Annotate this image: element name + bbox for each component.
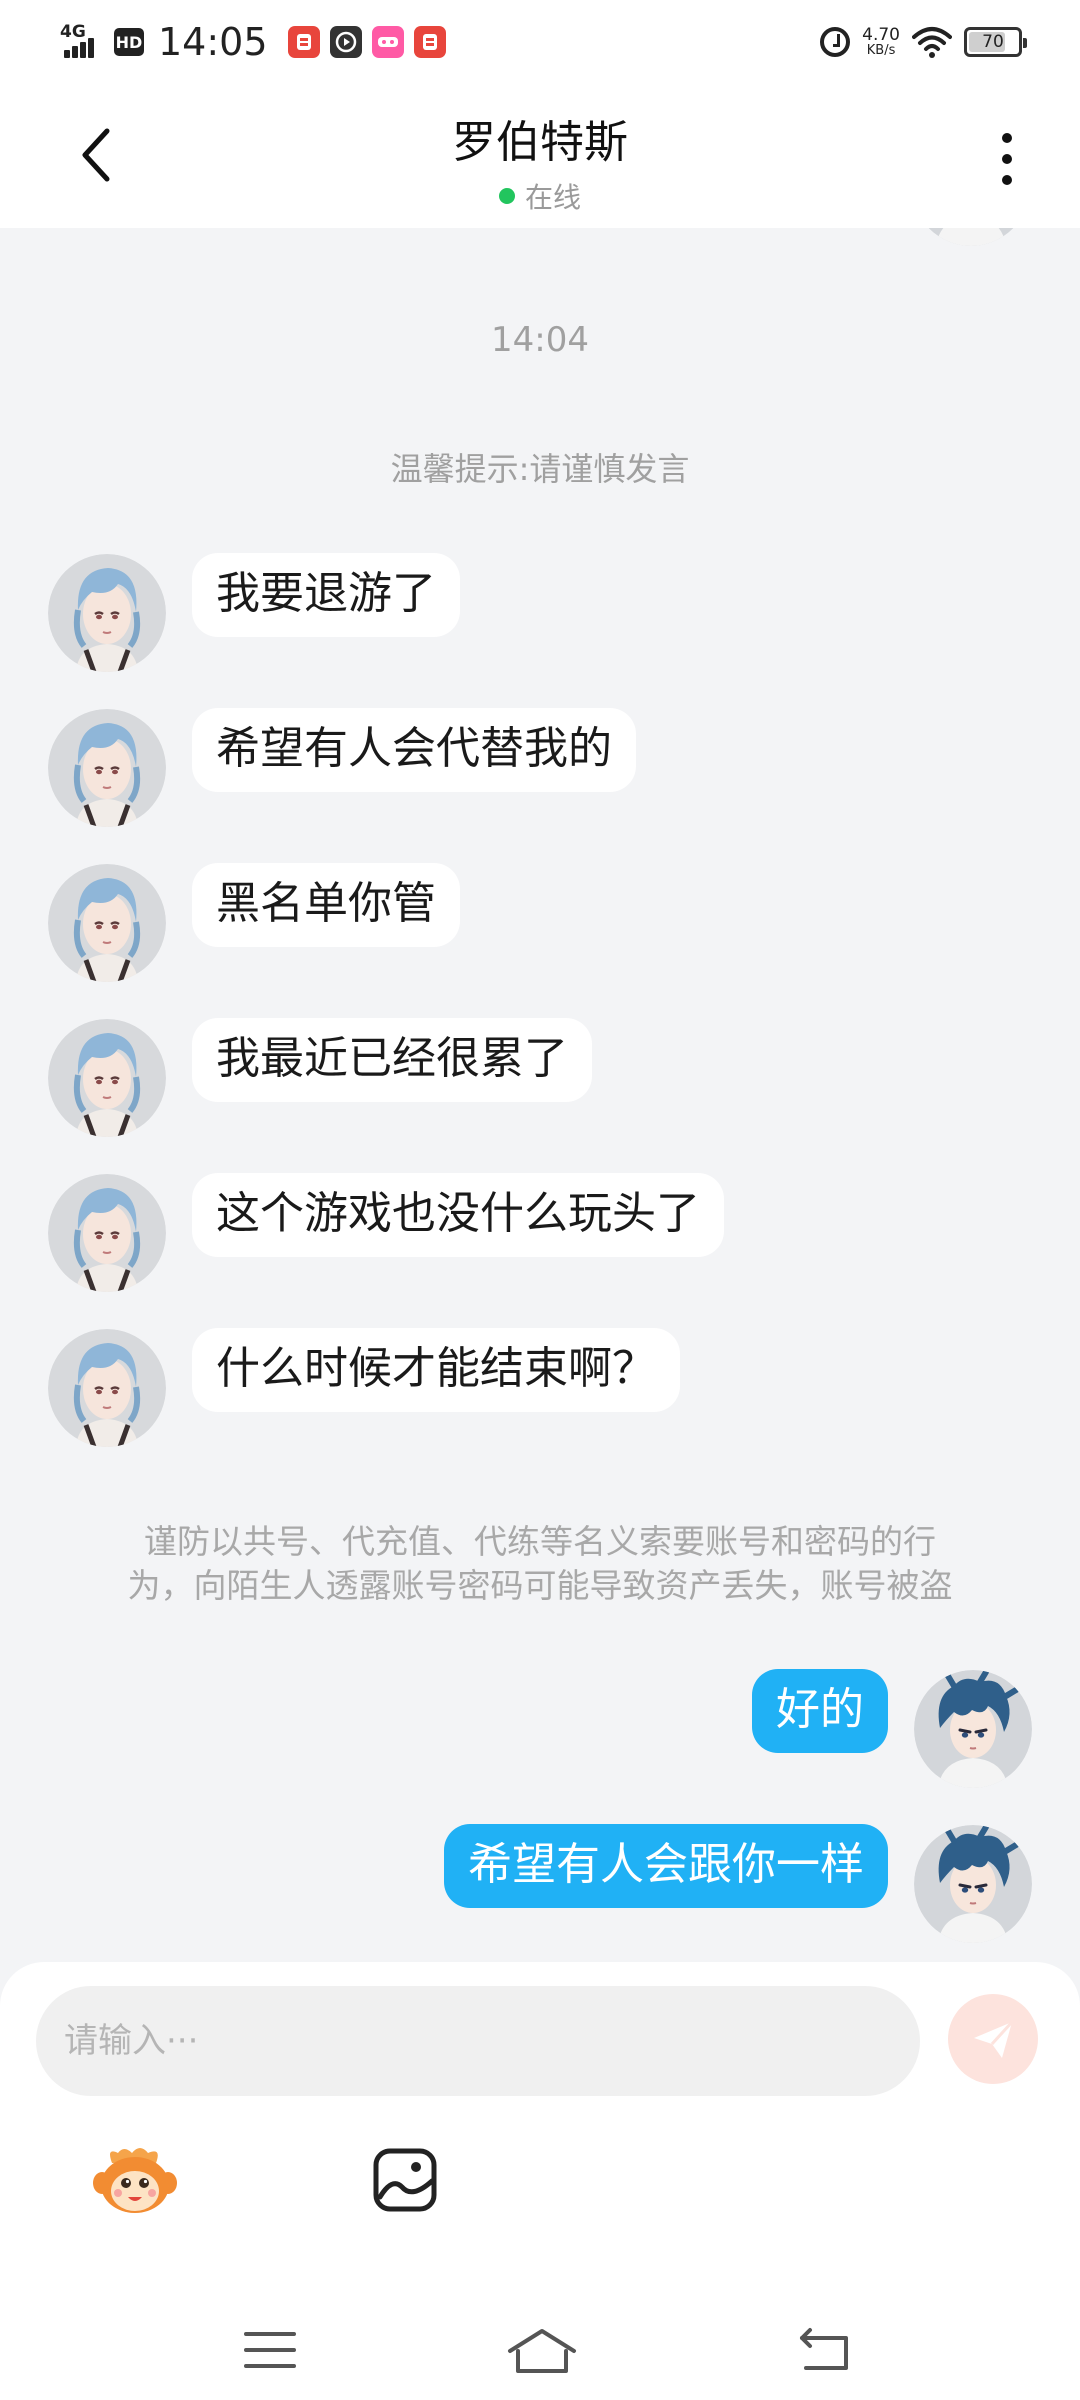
alarm-icon xyxy=(820,27,851,57)
home-icon xyxy=(508,2329,576,2373)
security-warning: 谨防以共号、代充值、代练等名义索要账号和密码的行 为，向陌生人透露账号密码可能导… xyxy=(80,1520,1000,1608)
online-dot-icon xyxy=(498,188,515,204)
presence-status: 在线 xyxy=(0,176,1080,216)
status-bar: 4G HD 14:05 4.70 KB/s 70 xyxy=(0,0,1080,84)
message-input[interactable] xyxy=(36,1986,920,2096)
app-icon-3 xyxy=(371,26,404,58)
more-dots-icon xyxy=(1002,133,1012,143)
back-icon xyxy=(800,2328,848,2370)
wifi-icon xyxy=(912,27,952,58)
contact-avatar[interactable] xyxy=(48,1174,166,1292)
my-avatar[interactable] xyxy=(914,1825,1032,1943)
outgoing-message: 希望有人会跟你一样 xyxy=(444,1824,1032,1943)
incoming-message: 我要退游了 xyxy=(48,553,460,672)
hd-icon: HD xyxy=(114,28,144,56)
speed-value: 4.70 xyxy=(862,25,900,45)
battery-icon: 70 xyxy=(964,27,1027,57)
chat-header: 罗伯特斯 在线 xyxy=(0,84,1080,228)
my-avatar[interactable] xyxy=(914,1670,1032,1788)
incoming-message: 什么时候才能结束啊？ xyxy=(48,1328,680,1447)
contact-avatar[interactable] xyxy=(48,1329,166,1447)
system-tip: 温馨提示:请谨慎发言 xyxy=(390,450,690,488)
incoming-message: 这个游戏也没什么玩头了 xyxy=(48,1173,724,1292)
system-navigation-bar xyxy=(0,2322,1080,2382)
warning-line: 谨防以共号、代充值、代练等名义索要账号和密码的行 xyxy=(144,1522,936,1561)
app-icon-1 xyxy=(287,26,320,58)
paper-plane-icon xyxy=(974,2020,1014,2058)
app-icon-2 xyxy=(329,26,362,58)
more-options-button[interactable] xyxy=(982,124,1032,194)
message-list[interactable]: 14:04 温馨提示:请谨慎发言 我要退游了 希望有人会代替我的 黑名单你管 我… xyxy=(0,228,1080,1964)
message-bubble[interactable]: 什么时候才能结束啊？ xyxy=(192,1328,680,1412)
emoji-sticker-button[interactable] xyxy=(90,2138,180,2222)
incoming-message: 黑名单你管 xyxy=(48,863,460,982)
image-icon xyxy=(373,2148,437,2212)
menu-button[interactable] xyxy=(240,2322,300,2378)
incoming-message: 希望有人会代替我的 xyxy=(48,708,636,827)
presence-label: 在线 xyxy=(524,181,581,214)
message-bubble[interactable]: 好的 xyxy=(752,1669,888,1753)
warning-line: 为，向陌生人透露账号密码可能导致资产丢失，账号被盗 xyxy=(127,1566,953,1605)
contact-avatar[interactable] xyxy=(48,554,166,672)
message-bubble[interactable]: 希望有人会跟你一样 xyxy=(444,1824,888,1908)
message-bubble[interactable]: 我最近已经很累了 xyxy=(192,1018,592,1102)
battery-level: 70 xyxy=(982,32,1004,52)
incoming-message: 我最近已经很累了 xyxy=(48,1018,592,1137)
status-time: 14:05 xyxy=(158,20,268,64)
composer-panel xyxy=(0,1962,1080,2400)
contact-avatar[interactable] xyxy=(48,864,166,982)
outgoing-message: 好的 xyxy=(752,1669,1032,1788)
message-timestamp: 14:04 xyxy=(491,320,589,360)
mascot-emoji-icon xyxy=(93,2148,177,2213)
home-button[interactable] xyxy=(506,2322,578,2378)
avatar[interactable] xyxy=(912,228,1030,246)
back-nav-button[interactable] xyxy=(794,2322,854,2378)
speed-unit: KB/s xyxy=(866,43,896,58)
contact-avatar[interactable] xyxy=(48,1019,166,1137)
message-bubble[interactable]: 我要退游了 xyxy=(192,553,460,637)
message-bubble[interactable]: 黑名单你管 xyxy=(192,863,460,947)
message-bubble[interactable]: 希望有人会代替我的 xyxy=(192,708,636,792)
network-type: 4G xyxy=(60,22,86,42)
network-speed: 4.70 KB/s xyxy=(862,25,900,58)
menu-icon xyxy=(244,2332,296,2368)
contact-name: 罗伯特斯 xyxy=(452,117,628,168)
image-picker-button[interactable] xyxy=(360,2138,450,2222)
message-bubble[interactable]: 这个游戏也没什么玩头了 xyxy=(192,1173,724,1257)
contact-avatar[interactable] xyxy=(48,709,166,827)
app-icon-4 xyxy=(413,26,446,58)
send-button[interactable] xyxy=(948,1994,1038,2084)
cellular-signal-icon: 4G xyxy=(60,22,104,62)
